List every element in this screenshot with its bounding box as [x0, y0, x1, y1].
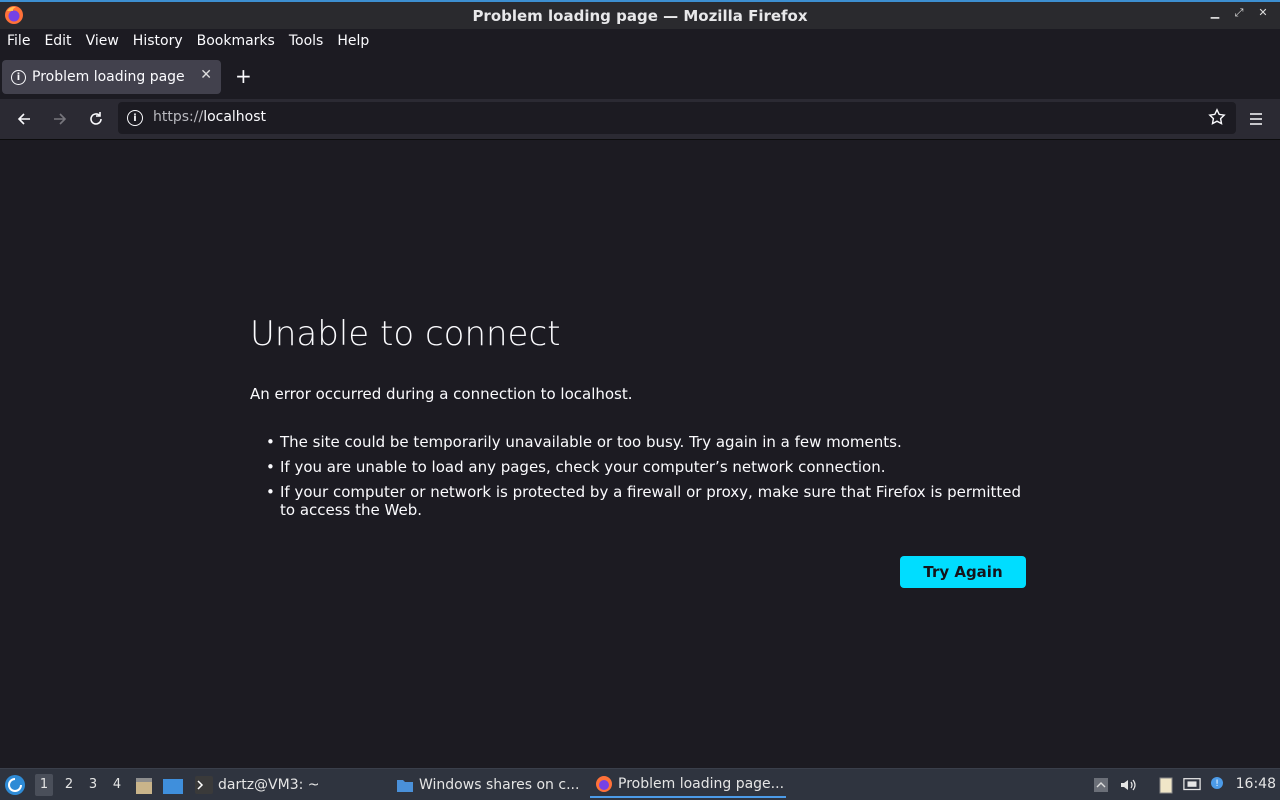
folder-icon	[397, 780, 413, 792]
list-item: If you are unable to load any pages, che…	[266, 458, 1026, 476]
window-controls: ▁ ⤢ ✕	[1208, 6, 1270, 20]
network-icon[interactable]	[1183, 776, 1201, 794]
url-host: localhost	[203, 109, 267, 125]
info-icon: i	[11, 69, 26, 85]
url-bar[interactable]: i https://localhost	[118, 102, 1236, 134]
show-desktop-launcher[interactable]	[162, 776, 183, 794]
list-item: The site could be temporarily unavailabl…	[266, 433, 1026, 451]
menu-file[interactable]: File	[7, 33, 30, 49]
menubar: File Edit View History Bookmarks Tools H…	[0, 29, 1280, 53]
clipboard-icon[interactable]	[1157, 776, 1175, 794]
distro-logo-icon	[8, 778, 22, 792]
close-icon[interactable]: ✕	[1256, 6, 1270, 20]
archive-icon	[136, 778, 152, 794]
tab-close-icon[interactable]: ✕	[200, 67, 212, 83]
desktop-icon	[163, 779, 183, 794]
hamburger-menu-icon[interactable]	[1247, 110, 1265, 128]
url-scheme: https://	[153, 109, 204, 125]
workspace-2[interactable]: 2	[60, 777, 78, 792]
taskbar-app-label: Problem loading page...	[618, 776, 785, 792]
workspace-3[interactable]: 3	[84, 777, 102, 792]
bookmark-star-icon[interactable]	[1208, 108, 1226, 126]
taskbar-app-firefox[interactable]: Problem loading page...	[590, 772, 786, 798]
url-text[interactable]: https://localhost	[153, 109, 266, 125]
tab-label: Problem loading page	[32, 69, 185, 85]
back-arrow-icon	[17, 113, 30, 125]
notification-icon[interactable]: !	[1208, 776, 1226, 794]
reload-button[interactable]	[85, 108, 107, 130]
error-suggestions: The site could be temporarily unavailabl…	[266, 433, 1026, 526]
menu-bookmarks[interactable]: Bookmarks	[197, 33, 275, 49]
tab-problem-loading[interactable]: i Problem loading page ✕	[2, 60, 221, 94]
error-description: An error occurred during a connection to…	[250, 385, 633, 403]
reload-icon	[90, 112, 102, 125]
page-content: Unable to connect An error occurred duri…	[0, 140, 1280, 768]
workspace-1[interactable]: 1	[35, 774, 53, 796]
menu-view[interactable]: View	[86, 33, 119, 49]
list-item: If your computer or network is protected…	[266, 483, 1026, 519]
navigation-toolbar: i https://localhost	[0, 99, 1280, 140]
file-manager-launcher[interactable]	[134, 776, 152, 794]
menu-tools[interactable]: Tools	[289, 33, 324, 49]
menu-edit[interactable]: Edit	[44, 33, 71, 49]
try-again-button[interactable]: Try Again	[900, 556, 1026, 588]
start-menu-button[interactable]	[5, 775, 25, 795]
back-button[interactable]	[13, 108, 35, 130]
forward-button[interactable]	[49, 108, 71, 130]
menu-help[interactable]: Help	[337, 33, 369, 49]
taskbar-app-windows-shares[interactable]: Windows shares on c...	[396, 774, 579, 796]
minimize-icon[interactable]: ▁	[1208, 6, 1222, 20]
window-title: Problem loading page — Mozilla Firefox	[472, 6, 808, 25]
new-tab-button[interactable]: +	[235, 66, 252, 86]
error-title: Unable to connect	[250, 314, 561, 354]
menu-history[interactable]: History	[133, 33, 183, 49]
clock: 16:48	[1235, 776, 1276, 792]
tray-up-arrow-icon[interactable]	[1092, 776, 1110, 794]
forward-arrow-icon	[54, 113, 67, 125]
svg-text:!: !	[1215, 779, 1219, 789]
maximize-icon[interactable]: ⤢	[1232, 6, 1246, 20]
taskbar-app-label: dartz@VM3: ~	[218, 777, 320, 793]
tab-strip: i Problem loading page ✕ +	[0, 55, 1280, 99]
taskbar: 1 2 3 4 dartz@VM3: ~ Windows shares on c…	[0, 768, 1280, 800]
site-info-icon[interactable]: i	[127, 110, 143, 126]
terminal-icon	[195, 776, 213, 794]
taskbar-app-label: Windows shares on c...	[419, 777, 580, 793]
taskbar-app-terminal[interactable]: dartz@VM3: ~	[195, 774, 320, 796]
workspace-4[interactable]: 4	[108, 777, 126, 792]
volume-icon[interactable]	[1119, 776, 1137, 794]
firefox-icon	[596, 776, 612, 792]
firefox-icon	[5, 6, 23, 24]
window-titlebar: Problem loading page — Mozilla Firefox ▁…	[0, 0, 1280, 29]
